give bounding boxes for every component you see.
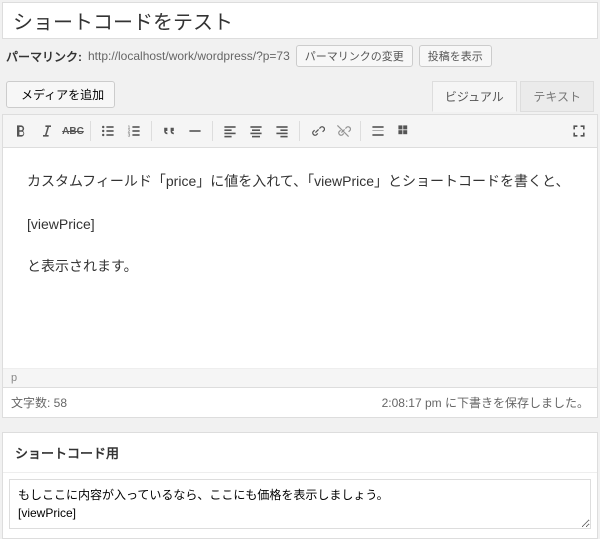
tab-text[interactable]: テキスト [520, 81, 594, 112]
post-title-input[interactable] [2, 2, 598, 39]
permalink-label: パーマリンク: [6, 48, 82, 65]
editor: ABC 123 カスタムフィールド「price」に値を入れて、「viewPric… [2, 114, 598, 388]
svg-text:3: 3 [128, 133, 131, 139]
hr-icon[interactable] [183, 119, 207, 143]
toolbar-toggle-icon[interactable] [392, 119, 416, 143]
editor-status-bar: 文字数: 58 2:08:17 pm に下書きを保存しました。 [2, 388, 598, 418]
view-post-button[interactable]: 投稿を表示 [419, 45, 492, 67]
shortcode-meta-box: ショートコード用 もしここに内容が入っているなら、ここにも価格を表示しましょう。… [2, 432, 598, 539]
autosave-status: 2:08:17 pm に下書きを保存しました。 [382, 394, 589, 411]
more-icon[interactable] [366, 119, 390, 143]
editor-toolbar: ABC 123 [3, 115, 597, 148]
permalink-row: パーマリンク: http://localhost/work/wordpress/… [0, 41, 600, 71]
editor-tabs: ビジュアル テキスト [432, 81, 594, 112]
add-media-button[interactable]: メディアを追加 [6, 81, 115, 108]
numbered-list-icon[interactable]: 123 [122, 119, 146, 143]
strikethrough-icon[interactable]: ABC [61, 119, 85, 143]
blockquote-icon[interactable] [157, 119, 181, 143]
align-center-icon[interactable] [244, 119, 268, 143]
align-left-icon[interactable] [218, 119, 242, 143]
element-path: p [3, 368, 597, 387]
permalink-url: http://localhost/work/wordpress/?p=73 [88, 49, 290, 63]
bold-icon[interactable] [9, 119, 33, 143]
word-count: 文字数: 58 [11, 394, 67, 411]
content-paragraph: カスタムフィールド「price」に値を入れて、「viewPrice」とショートコ… [27, 168, 573, 195]
change-permalink-button[interactable]: パーマリンクの変更 [296, 45, 413, 67]
fullscreen-icon[interactable] [567, 119, 591, 143]
shortcode-textarea[interactable]: もしここに内容が入っているなら、ここにも価格を表示しましょう。 [viewPri… [9, 479, 591, 529]
unlink-icon[interactable] [331, 119, 355, 143]
tab-visual[interactable]: ビジュアル [432, 81, 517, 112]
add-media-label: メディアを追加 [21, 86, 104, 103]
align-right-icon[interactable] [270, 119, 294, 143]
content-paragraph: と表示されます。 [27, 253, 573, 280]
editor-content[interactable]: カスタムフィールド「price」に値を入れて、「viewPrice」とショートコ… [3, 148, 597, 368]
meta-box-title: ショートコード用 [3, 433, 597, 473]
content-paragraph: [viewPrice] [27, 211, 573, 238]
link-icon[interactable] [305, 119, 329, 143]
italic-icon[interactable] [35, 119, 59, 143]
bullet-list-icon[interactable] [96, 119, 120, 143]
